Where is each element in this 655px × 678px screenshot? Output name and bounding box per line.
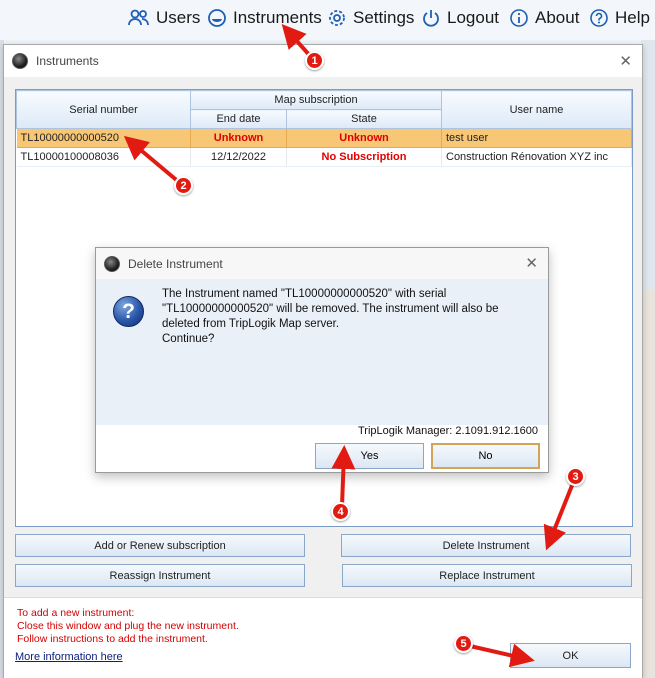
callout-badge-2: 2 — [174, 176, 193, 195]
nav-about-label: About — [535, 8, 580, 27]
nav-logout-label: Logout — [447, 8, 499, 27]
callout-badge-5: 5 — [454, 634, 473, 653]
col-serial-number[interactable]: Serial number — [16, 90, 191, 129]
delete-instrument-button[interactable]: Delete Instrument — [341, 534, 631, 557]
help-icon — [590, 9, 608, 27]
more-information-link[interactable]: More information here — [15, 651, 123, 663]
delete-dialog-titlebar: Delete Instrument ✕ — [96, 248, 548, 279]
nav-settings-label: Settings — [353, 8, 415, 27]
yes-button[interactable]: Yes — [315, 443, 424, 469]
nav-instruments-label: Instruments — [233, 8, 322, 27]
no-button[interactable]: No — [431, 443, 540, 469]
message-line: "TL10000000000520" will be removed. The … — [162, 303, 499, 315]
table-row[interactable]: TL10000100008036 12/12/2022 No Subscript… — [16, 147, 632, 167]
cell-serial: TL10000000000520 — [16, 128, 191, 148]
callout-badge-1: 1 — [305, 51, 324, 70]
power-icon — [423, 10, 439, 27]
callout-badge-4: 4 — [331, 502, 350, 521]
message-line: The Instrument named "TL10000000000520" … — [162, 288, 447, 300]
close-icon[interactable]: ✕ — [525, 254, 538, 272]
cell-user: Construction Rénovation XYZ inc — [441, 147, 632, 167]
nav-help-label: Help — [615, 8, 650, 27]
nav-instruments[interactable]: Instruments — [207, 8, 322, 28]
table-row[interactable]: TL10000000000520 Unknown Unknown test us… — [16, 128, 632, 148]
replace-instrument-button[interactable]: Replace Instrument — [342, 564, 632, 587]
close-icon[interactable]: ✕ — [619, 52, 632, 70]
background-map — [641, 290, 655, 678]
nav-users[interactable]: Users — [128, 8, 200, 28]
reassign-instrument-button[interactable]: Reassign Instrument — [15, 564, 305, 587]
message-line: Continue? — [162, 333, 215, 345]
cell-end-date: 12/12/2022 — [190, 147, 287, 167]
col-state[interactable]: State — [286, 109, 442, 129]
message-line: deleted from TripLogik Map server. — [162, 318, 340, 330]
cell-serial: TL10000100008036 — [16, 147, 191, 167]
cell-state: No Subscription — [286, 147, 442, 167]
users-icon — [128, 9, 149, 26]
delete-dialog-title: Delete Instrument — [128, 256, 223, 271]
col-map-subscription[interactable]: Map subscription — [190, 90, 442, 110]
gear-icon — [329, 10, 345, 26]
col-end-date[interactable]: End date — [190, 109, 287, 129]
question-icon: ? — [113, 296, 144, 327]
nav-settings[interactable]: Settings — [327, 8, 414, 28]
delete-instrument-dialog: Delete Instrument ✕ ? The Instrument nam… — [95, 247, 549, 473]
top-nav: Users Instruments Settings Logout About … — [0, 0, 655, 40]
ok-button[interactable]: OK — [510, 643, 631, 668]
callout-badge-3: 3 — [566, 467, 585, 486]
instruments-dialog-title: Instruments — [36, 54, 99, 68]
nav-logout[interactable]: Logout — [421, 8, 499, 28]
add-instrument-note-line2: Close this window and plug the new instr… — [17, 620, 239, 632]
instrument-icon — [208, 9, 226, 27]
cell-user: test user — [441, 128, 632, 148]
cell-state: Unknown — [286, 128, 442, 148]
cell-end-date: Unknown — [190, 128, 287, 148]
nav-users-label: Users — [156, 8, 201, 27]
nav-about[interactable]: About — [509, 8, 579, 28]
app-icon — [104, 255, 120, 272]
add-renew-subscription-button[interactable]: Add or Renew subscription — [15, 534, 305, 557]
app-icon — [12, 53, 28, 69]
add-instrument-note-line3: Follow instructions to add the instrumen… — [17, 633, 208, 645]
nav-help[interactable]: Help — [589, 8, 650, 28]
add-instrument-note-line1: To add a new instrument: — [17, 607, 135, 619]
col-user-name[interactable]: User name — [441, 90, 632, 129]
delete-dialog-message: The Instrument named "TL10000000000520" … — [162, 287, 532, 347]
info-icon — [510, 9, 528, 27]
version-label: TripLogik Manager: 2.1091.912.1600 — [358, 425, 538, 437]
